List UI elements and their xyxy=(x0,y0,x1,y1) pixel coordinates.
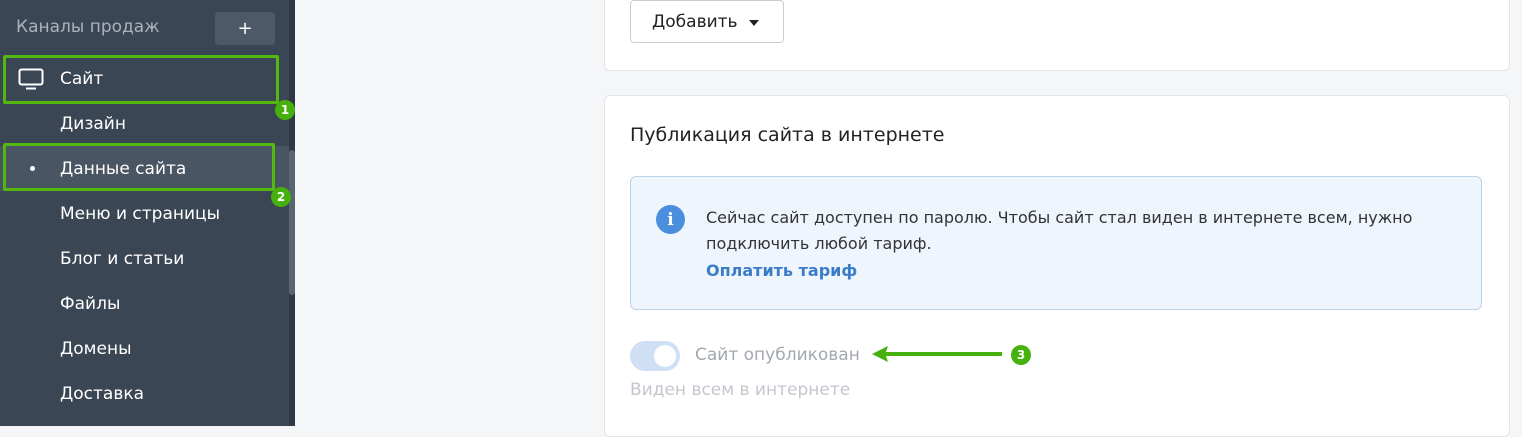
sidebar-item-menu-pages[interactable]: Меню и страницы xyxy=(0,191,289,236)
info-alert: i Сейчас сайт доступен по паролю. Чтобы … xyxy=(630,176,1482,310)
sidebar-item-files[interactable]: Файлы xyxy=(0,281,289,326)
add-button[interactable]: Добавить xyxy=(630,0,784,43)
sidebar-title: Каналы продаж xyxy=(16,17,160,37)
sidebar-item-delivery[interactable]: Доставка xyxy=(0,371,289,416)
sidebar-item-blog[interactable]: Блог и статьи xyxy=(0,236,289,281)
section-title: Публикация сайта в интернете xyxy=(630,124,945,146)
marker-2: 2 xyxy=(271,187,291,207)
caret-down-icon xyxy=(749,20,759,26)
scrollbar-thumb[interactable] xyxy=(289,150,295,295)
add-button-label: Добавить xyxy=(652,11,738,32)
pay-tariff-link[interactable]: Оплатить тариф xyxy=(706,261,857,280)
toggle-sublabel: Виден всем в интернете xyxy=(630,380,851,400)
highlight-site xyxy=(3,55,279,104)
sidebar-item-design[interactable]: Дизайн xyxy=(0,101,289,146)
info-icon: i xyxy=(656,205,685,234)
sidebar-item-label: Меню и страницы xyxy=(60,203,221,224)
sidebar-item-label: Дизайн xyxy=(60,113,126,134)
sidebar-item-label: Файлы xyxy=(60,293,121,314)
toggle-label: Сайт опубликован xyxy=(695,345,860,365)
publish-toggle[interactable] xyxy=(630,341,680,371)
sidebar-scrollbar[interactable] xyxy=(289,0,295,426)
sidebar-item-label: Блог и статьи xyxy=(60,248,185,269)
sidebar-item-domains[interactable]: Домены xyxy=(0,326,289,371)
marker-3: 3 xyxy=(1011,345,1031,365)
sidebar-item-label: Доставка xyxy=(60,383,145,404)
highlight-site-data xyxy=(3,143,275,191)
sidebar-item-label: Домены xyxy=(60,338,132,359)
info-text: Сейчас сайт доступен по паролю. Чтобы са… xyxy=(706,208,1413,253)
add-channel-button[interactable]: + xyxy=(215,12,275,45)
annotation-arrow-icon xyxy=(872,346,1002,362)
marker-1: 1 xyxy=(275,100,295,120)
toggle-knob xyxy=(654,345,676,367)
